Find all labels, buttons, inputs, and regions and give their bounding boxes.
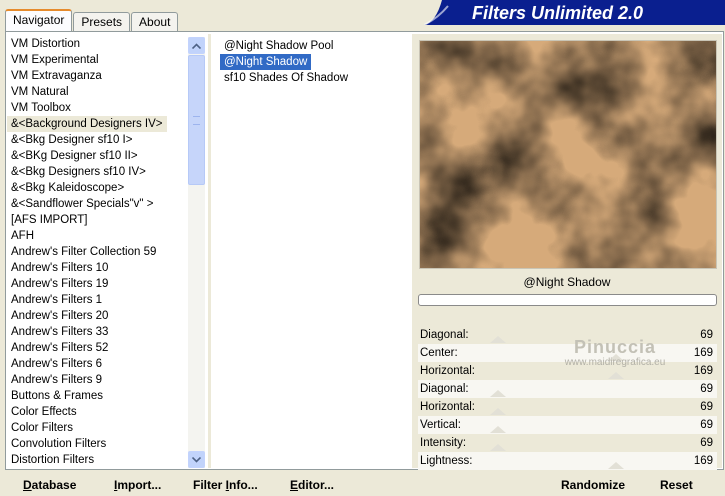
- import-button[interactable]: Import...: [114, 478, 161, 492]
- parameter-label: Horizontal:: [420, 401, 475, 413]
- category-item[interactable]: &<BKg Designer sf10 II>: [7, 148, 187, 164]
- category-item[interactable]: Andrew's Filters 52: [7, 340, 187, 356]
- parameter-value: 169: [693, 365, 713, 377]
- parameter-value: 69: [700, 419, 713, 431]
- randomize-button[interactable]: Randomize: [561, 478, 625, 492]
- tab-presets[interactable]: Presets: [73, 12, 131, 31]
- scroll-thumb[interactable]: [188, 55, 205, 185]
- filter-info-button[interactable]: Filter Info...: [193, 478, 258, 492]
- category-item[interactable]: Distortion Filters: [7, 452, 187, 468]
- parameter-slider[interactable]: Diagonal: 69: [418, 380, 717, 398]
- category-item[interactable]: &<Bkg Designers sf10 IV>: [7, 164, 187, 180]
- bottom-toolbar: Database Import... Filter Info... Editor…: [0, 471, 725, 496]
- category-item[interactable]: Convolution Filters: [7, 436, 187, 452]
- category-item[interactable]: VM Experimental: [7, 52, 187, 68]
- category-item[interactable]: Andrew's Filters 19: [7, 276, 187, 292]
- list-divider: [208, 34, 211, 468]
- slider-thumb-icon[interactable]: [490, 426, 506, 433]
- category-item[interactable]: VM Extravaganza: [7, 68, 187, 84]
- category-item[interactable]: VM Natural: [7, 84, 187, 100]
- category-item[interactable]: Andrew's Filters 33: [7, 324, 187, 340]
- category-item[interactable]: AFH: [7, 228, 187, 244]
- tab-navigator[interactable]: Navigator: [5, 9, 73, 32]
- category-item[interactable]: &<Sandflower Specials"v" >: [7, 196, 187, 212]
- slider-thumb-icon[interactable]: [490, 390, 506, 397]
- category-item[interactable]: [AFS IMPORT]: [7, 212, 187, 228]
- parameter-label: Diagonal:: [420, 329, 469, 341]
- banner-title: Filters Unlimited 2.0: [472, 3, 643, 23]
- category-item[interactable]: &<Bkg Designer sf10 I>: [7, 132, 187, 148]
- category-list[interactable]: VM Distortion VM Experimental VM Extravaga…: [7, 36, 187, 468]
- parameter-value: 69: [700, 401, 713, 413]
- filter-item[interactable]: sf10 Shades Of Shadow: [220, 70, 405, 86]
- filter-item[interactable]: @Night Shadow Pool: [220, 38, 405, 54]
- database-accel: D: [23, 478, 32, 492]
- editor-accel: E: [290, 478, 299, 492]
- parameter-label: Lightness:: [420, 455, 473, 467]
- slider-thumb-icon[interactable]: [490, 336, 506, 343]
- category-item[interactable]: Buttons & Frames: [7, 388, 187, 404]
- category-item[interactable]: Andrew's Filters 20: [7, 308, 187, 324]
- filter-list[interactable]: @Night Shadow Pool @Night Shadow sf10 Shad…: [220, 38, 405, 86]
- watermark: Pinuccia www.maidiregrafica.eu: [540, 338, 690, 368]
- slider-thumb-icon[interactable]: [608, 372, 624, 379]
- scroll-down-button[interactable]: [188, 451, 205, 468]
- parameter-value: 69: [700, 437, 713, 449]
- category-item[interactable]: Andrew's Filters 1: [7, 292, 187, 308]
- category-scrollbar[interactable]: [188, 37, 205, 468]
- filter-info-label: nfo...: [229, 478, 258, 492]
- tab-about[interactable]: About: [131, 12, 179, 31]
- import-label: mport...: [117, 478, 162, 492]
- scroll-grip-icon: [193, 116, 200, 125]
- parameter-slider[interactable]: Lightness: 169: [418, 452, 717, 470]
- parameter-slider[interactable]: Intensity: 69: [418, 434, 717, 452]
- parameter-slider[interactable]: Horizontal: 69: [418, 398, 717, 416]
- tab-bar: Navigator Presets About: [5, 9, 179, 32]
- preview-image: [419, 40, 717, 269]
- parameter-value: 69: [700, 329, 713, 341]
- editor-button[interactable]: Editor...: [290, 478, 334, 492]
- category-item[interactable]: Andrew's Filters 10: [7, 260, 187, 276]
- parameter-label: Vertical:: [420, 419, 461, 431]
- database-button[interactable]: Database: [23, 478, 76, 492]
- parameter-value: 169: [693, 347, 713, 359]
- category-item[interactable]: &<Background Designers IV>: [7, 116, 167, 132]
- parameter-label: Center:: [420, 347, 458, 359]
- parameter-label: Horizontal:: [420, 365, 475, 377]
- category-item[interactable]: Andrew's Filter Collection 59: [7, 244, 187, 260]
- category-item[interactable]: Color Effects: [7, 404, 187, 420]
- filters-unlimited-banner: Filters Unlimited 2.0: [424, 0, 725, 25]
- database-label: atabase: [31, 478, 77, 492]
- scroll-up-button[interactable]: [188, 37, 205, 54]
- editor-label: ditor...: [298, 478, 335, 492]
- chevron-up-icon: [192, 42, 201, 49]
- category-item[interactable]: &<Bkg Kaleidoscope>: [7, 180, 187, 196]
- parameter-label: Diagonal:: [420, 383, 469, 395]
- slider-thumb-icon[interactable]: [608, 462, 624, 469]
- preview-filter-name: @Night Shadow: [523, 275, 611, 289]
- category-item[interactable]: Color Filters: [7, 420, 187, 436]
- slider-thumb-icon[interactable]: [490, 444, 506, 451]
- parameter-slider[interactable]: Vertical: 69: [418, 416, 717, 434]
- parameter-value: 169: [693, 455, 713, 467]
- category-item[interactable]: VM Distortion: [7, 36, 187, 52]
- progress-bar: [418, 294, 717, 306]
- category-item[interactable]: Andrew's Filters 6: [7, 356, 187, 372]
- watermark-url: www.maidiregrafica.eu: [564, 357, 666, 368]
- slider-thumb-icon[interactable]: [490, 408, 506, 415]
- parameter-label: Intensity:: [420, 437, 467, 449]
- parameter-value: 69: [700, 383, 713, 395]
- category-item[interactable]: VM Toolbox: [7, 100, 187, 116]
- reset-button[interactable]: Reset: [660, 478, 693, 492]
- category-item[interactable]: Andrew's Filters 9: [7, 372, 187, 388]
- filter-info-pre: Filter: [193, 478, 226, 492]
- chevron-down-icon: [192, 456, 201, 463]
- watermark-name: Pinuccia: [573, 337, 657, 357]
- filter-item[interactable]: @Night Shadow: [220, 54, 312, 70]
